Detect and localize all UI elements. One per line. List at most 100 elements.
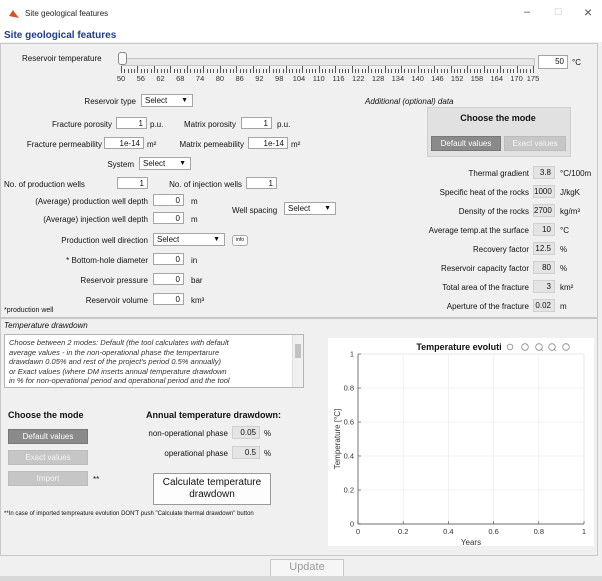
injection-well-depth-field[interactable]: 0 bbox=[153, 212, 184, 224]
non-operational-phase-label: non-operational phase bbox=[148, 429, 228, 438]
x-tick-label: 1 bbox=[582, 527, 586, 536]
slider-tick bbox=[358, 69, 360, 73]
update-button[interactable]: Update bbox=[270, 559, 344, 577]
slider-tick bbox=[252, 66, 254, 73]
injection-wells-field[interactable]: 1 bbox=[246, 177, 277, 189]
additional-data-value-field[interactable]: 0.02 bbox=[533, 299, 555, 312]
additional-data-value-field[interactable]: 2700 bbox=[533, 204, 555, 217]
additional-data-unit: J/kgK bbox=[560, 188, 581, 197]
slider-tick-label: 170 bbox=[510, 74, 523, 83]
temperature-slider-thumb[interactable] bbox=[118, 52, 127, 65]
operational-phase-field[interactable]: 0.5 bbox=[232, 446, 260, 459]
calculate-drawdown-button[interactable]: Calculate temperature drawdown bbox=[153, 473, 271, 505]
production-well-depth-field[interactable]: 0 bbox=[153, 194, 184, 206]
slider-tick bbox=[424, 69, 426, 73]
fracture-permeability-label: Fracture permeability bbox=[26, 140, 102, 149]
slider-tick bbox=[523, 69, 525, 73]
production-well-direction-dropdown[interactable]: Select ▼ bbox=[153, 233, 225, 246]
description-scrollbar[interactable] bbox=[292, 335, 303, 387]
close-button[interactable]: × bbox=[584, 4, 592, 20]
info-button[interactable]: info bbox=[232, 235, 248, 246]
slider-tick bbox=[526, 69, 528, 73]
additional-data-unit: % bbox=[560, 245, 568, 254]
slider-tick bbox=[226, 69, 228, 73]
slider-tick-label: 140 bbox=[411, 74, 424, 83]
chart-title: Temperature evoluti bbox=[416, 342, 501, 352]
fracture-porosity-field[interactable]: 1 bbox=[116, 117, 147, 129]
drawdown-description-textarea[interactable]: Choose between 2 modes: Default (the too… bbox=[4, 334, 304, 388]
matrix-permeability-field[interactable]: 1e-14 bbox=[248, 137, 288, 149]
slider-tick bbox=[401, 66, 403, 73]
slider-tick bbox=[259, 69, 261, 73]
operational-phase-label: operational phase bbox=[164, 449, 228, 458]
non-operational-phase-field[interactable]: 0.05 bbox=[232, 426, 260, 439]
additional-data-value-field[interactable]: 80 bbox=[533, 261, 555, 274]
bottom-hole-diameter-unit: in bbox=[191, 256, 198, 265]
matrix-porosity-field[interactable]: 1 bbox=[241, 117, 272, 129]
x-tick-label: 0 bbox=[356, 527, 360, 536]
minimize-button[interactable]: – bbox=[524, 6, 530, 18]
slider-tick-label: 152 bbox=[450, 74, 464, 83]
horizontal-scrollbar[interactable] bbox=[0, 576, 602, 581]
drawdown-exact-values-button[interactable]: Exact values bbox=[8, 450, 88, 465]
production-wells-field[interactable]: 1 bbox=[117, 177, 148, 189]
slider-tick bbox=[190, 69, 192, 73]
slider-tick bbox=[434, 66, 436, 73]
description-scrollbar-thumb[interactable] bbox=[295, 344, 301, 358]
reservoir-volume-label: Reservoir volume bbox=[85, 296, 148, 305]
additional-data-value-field[interactable]: 12.5 bbox=[533, 242, 555, 255]
system-dropdown[interactable]: Select ▼ bbox=[139, 157, 191, 170]
slider-tick bbox=[328, 69, 330, 73]
slider-tick bbox=[447, 69, 449, 73]
fracture-permeability-field[interactable]: 1e-14 bbox=[104, 137, 144, 149]
y-tick-label: 0.4 bbox=[344, 452, 354, 461]
dropdown-arrow-icon: ▼ bbox=[179, 160, 186, 167]
temperature-slider-track[interactable] bbox=[121, 58, 535, 66]
additional-data-value-field[interactable]: 1000 bbox=[533, 185, 555, 198]
reservoir-temperature-field[interactable]: 50 bbox=[538, 55, 568, 69]
slider-tick bbox=[480, 69, 482, 73]
x-tick-label: 0.2 bbox=[398, 527, 408, 536]
reservoir-pressure-field[interactable]: 0 bbox=[153, 273, 184, 285]
slider-tick bbox=[361, 69, 363, 73]
slider-tick-label: 122 bbox=[352, 74, 365, 83]
description-line: in % for non-operational period and oper… bbox=[9, 376, 230, 385]
slider-tick bbox=[249, 69, 251, 73]
calculate-button-line: drawdown bbox=[189, 489, 235, 500]
additional-data-label: Average temp.at the surface bbox=[428, 226, 529, 235]
y-tick-label: 0.8 bbox=[344, 384, 354, 393]
additional-data-value-field[interactable]: 3.8 bbox=[533, 166, 555, 179]
dropdown-arrow-icon: ▼ bbox=[181, 97, 188, 104]
reservoir-volume-field[interactable]: 0 bbox=[153, 293, 184, 305]
exact-values-button[interactable]: Exact values bbox=[504, 136, 566, 151]
operational-phase-unit: % bbox=[264, 449, 272, 458]
default-values-button[interactable]: Default values bbox=[431, 136, 501, 151]
bottom-hole-diameter-label: * Bottom-hole diameter bbox=[66, 256, 148, 265]
drawdown-default-values-button[interactable]: Default values bbox=[8, 429, 88, 444]
slider-tick bbox=[427, 69, 429, 73]
reservoir-type-dropdown[interactable]: Select ▼ bbox=[141, 94, 193, 107]
well-spacing-dropdown[interactable]: Select ▼ bbox=[284, 202, 336, 215]
production-well-direction-value: Select bbox=[157, 235, 180, 244]
bottom-hole-diameter-field[interactable]: 0 bbox=[153, 253, 184, 265]
slider-tick-label: 74 bbox=[195, 74, 205, 83]
slider-tick bbox=[213, 69, 215, 73]
maximize-button[interactable]: □ bbox=[555, 6, 562, 18]
slider-tick bbox=[335, 66, 337, 73]
import-button[interactable]: Import bbox=[8, 471, 88, 486]
additional-data-value-field[interactable]: 10 bbox=[533, 223, 555, 236]
slider-tick bbox=[272, 69, 274, 73]
slider-tick bbox=[295, 69, 297, 73]
slider-tick-label: 50 bbox=[116, 74, 126, 83]
slider-tick bbox=[196, 69, 198, 73]
description-line: or Exact values (where DM inserts annual… bbox=[9, 366, 227, 376]
slider-tick bbox=[163, 69, 165, 73]
system-label: System bbox=[107, 160, 134, 169]
reservoir-temperature-label: Reservoir temperature bbox=[22, 54, 102, 63]
slider-tick bbox=[173, 69, 175, 73]
slider-tick bbox=[170, 66, 172, 73]
slider-tick bbox=[233, 69, 235, 73]
slider-tick bbox=[483, 66, 485, 73]
additional-data-value-field[interactable]: 3 bbox=[533, 280, 555, 293]
slider-tick bbox=[203, 66, 205, 73]
